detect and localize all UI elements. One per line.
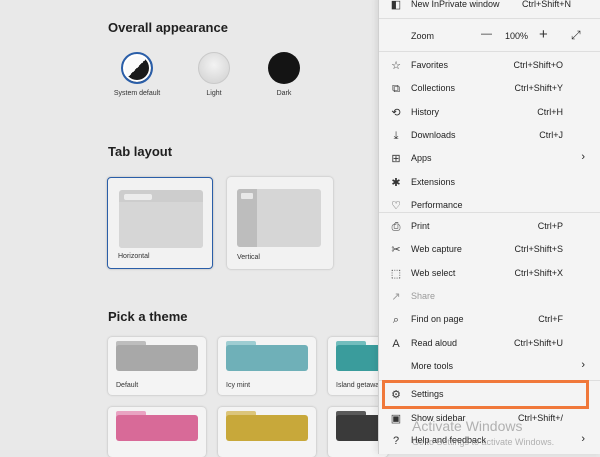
menu-item-new-inprivate[interactable]: ◧ New InPrivate window Ctrl+Shift+N [379,0,600,16]
zoom-value: 100% [505,31,529,41]
menu-item-apps[interactable]: ⊞ Apps › [379,148,600,170]
tab-layout-heading: Tab layout [108,144,173,159]
collections-icon: ⧉ [392,83,400,96]
find-icon: ⌕ [392,314,400,327]
menu-item-extensions[interactable]: ✱ Extensions [379,172,600,194]
menu-item-shortcut: Ctrl+Shift+X [514,267,563,278]
theme-default[interactable]: Default [108,337,206,395]
menu-item-web-capture[interactable]: ✂ Web capture Ctrl+Shift+S [379,239,600,261]
share-icon: ↗ [391,290,401,303]
theme-preview [226,415,308,441]
extensions-icon: ✱ [391,176,401,189]
menu-item-shortcut: Ctrl+Shift+O [513,60,563,70]
horizontal-preview [119,190,203,248]
system-default-swatch [121,52,153,84]
theme-label: Default [116,382,139,389]
menu-item-print[interactable]: ⎙ Print Ctrl+P [379,216,600,238]
activate-windows-subtitle: Go to Settings to activate Windows. [412,437,555,447]
help-icon: ? [392,435,400,447]
tab-layout-vertical[interactable]: Vertical [227,177,333,269]
sidebar-icon: ▣ [390,413,402,425]
menu-item-shortcut: Ctrl+P [537,221,563,231]
menu-item-shortcut: Ctrl+Shift+N [521,0,571,9]
menu-item-shortcut: Ctrl+H [537,106,563,117]
scissors-icon: ✂ [391,244,401,257]
menu-item-web-select[interactable]: ⬚ Web select Ctrl+Shift+X [379,263,600,285]
star-icon: ☆ [391,60,401,72]
menu-item-share: ↗ Share [379,286,600,308]
zoom-in-button[interactable]: + [539,26,548,43]
menu-item-label: Share [411,290,436,301]
appearance-option-label: Light [206,90,222,97]
tab-layout-label: Vertical [237,254,260,261]
menu-item-shortcut: Ctrl+Shift+U [513,337,563,348]
chevron-right-icon: › [581,433,585,445]
settings-highlight-box [382,380,589,409]
history-icon: ⟲ [391,106,401,119]
fullscreen-icon[interactable]: ⤢ [571,28,581,43]
appearance-option-system[interactable]: System default [102,52,172,97]
menu-item-shortcut: Ctrl+J [539,129,563,140]
menu-item-downloads[interactable]: ⤓ Downloads Ctrl+J [379,125,600,147]
menu-item-find-on-page[interactable]: ⌕ Find on page Ctrl+F [379,309,600,331]
theme-label: Icy mint [226,382,251,389]
appearance-option-dark[interactable]: Dark [249,52,319,97]
menu-item-label: More tools [411,360,454,371]
apps-icon: ⊞ [391,153,401,166]
inprivate-icon: ◧ [390,0,402,11]
theme-preview [226,345,308,371]
heart-icon: ♡ [391,199,401,212]
menu-item-label: History [411,106,440,117]
appearance-heading: Overall appearance [108,20,228,35]
menu-item-shortcut: Ctrl+Shift+S [514,244,563,255]
zoom-out-button[interactable]: — [481,28,492,40]
menu-item-performance[interactable]: ♡ Performance [379,195,600,217]
theme-preview [116,345,198,371]
chevron-right-icon: › [581,358,585,371]
chevron-right-icon: › [581,151,585,164]
menu-item-collections[interactable]: ⧉ Collections Ctrl+Shift+Y [379,78,600,100]
light-swatch [198,52,230,84]
menu-item-shortcut: Ctrl+F [538,314,563,325]
menu-item-more-tools[interactable]: More tools › [379,356,600,378]
zoom-label: Zoom [411,31,435,41]
appearance-option-label: System default [113,90,161,97]
tools-icon [389,360,403,374]
appearance-option-light[interactable]: Light [179,52,249,97]
read-aloud-icon: A [392,337,400,350]
dark-swatch [268,52,300,84]
menu-item-favorites[interactable]: ☆ Favorites Ctrl+Shift+O [379,55,600,77]
theme-label: Island getaway [336,382,383,389]
activate-windows-title: Activate Windows [412,418,523,434]
tab-layout-label: Horizontal [118,253,150,260]
menu-item-label: Print [411,221,430,231]
themes-heading: Pick a theme [108,309,188,324]
print-icon: ⎙ [391,221,401,233]
menu-item-zoom: Zoom — 100% + ⤢ [379,20,600,50]
vertical-preview [237,189,321,247]
menu-item-read-aloud[interactable]: A Read aloud Ctrl+Shift+U [379,333,600,355]
menu-item-shortcut: Ctrl+Shift+Y [514,83,563,94]
theme-preview [116,415,198,441]
menu-item-history[interactable]: ⟲ History Ctrl+H [379,102,600,124]
select-icon: ⬚ [390,267,402,280]
appearance-option-label: Dark [276,90,292,97]
menu-item-label: Apps [411,153,432,164]
download-icon: ⤓ [393,129,399,142]
tab-layout-horizontal[interactable]: Horizontal [107,177,213,269]
menu-item-label: Performance [411,199,463,210]
menu-item-label: Extensions [411,176,456,187]
theme-icy-mint[interactable]: Icy mint [218,337,316,395]
